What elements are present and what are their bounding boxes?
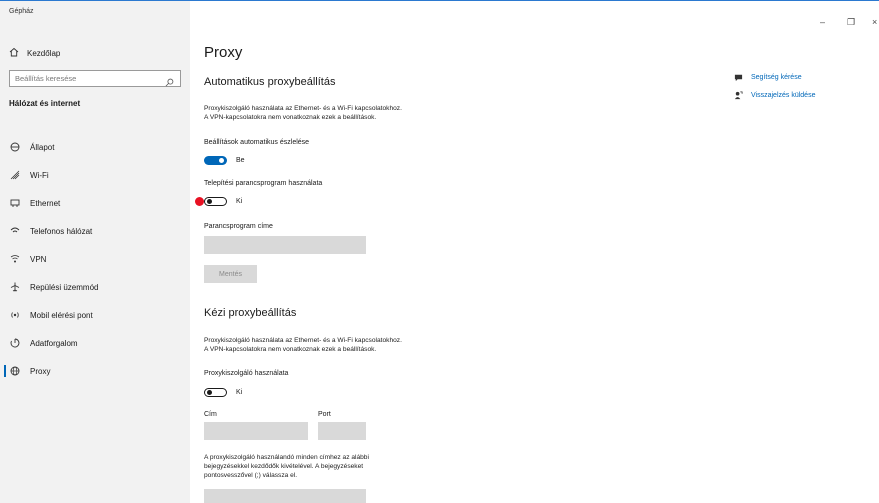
setup-script-label: Telepítési parancsprogram használata bbox=[204, 180, 323, 187]
search-placeholder: Beállítás keresése bbox=[15, 74, 77, 83]
setup-script-toggle[interactable]: Ki bbox=[204, 197, 242, 206]
home-label: Kezdőlap bbox=[27, 48, 61, 58]
sidebar-item-label: Proxy bbox=[30, 366, 51, 376]
send-feedback-label: Visszajelzés küldése bbox=[751, 92, 816, 99]
toggle-switch-off[interactable] bbox=[204, 388, 227, 397]
help-icon bbox=[734, 73, 743, 82]
exceptions-description: A proxykiszolgáló használandó minden cím… bbox=[204, 454, 369, 479]
toggle-state: Ki bbox=[236, 198, 243, 205]
wifi-icon bbox=[9, 170, 20, 181]
port-input[interactable] bbox=[318, 422, 366, 440]
data-usage-icon bbox=[9, 338, 20, 349]
ethernet-icon bbox=[9, 198, 20, 209]
address-label: Cím bbox=[204, 411, 217, 418]
dialup-icon bbox=[9, 226, 20, 237]
sidebar-item-ethernet[interactable]: Ethernet bbox=[0, 189, 190, 217]
toggle-state: Be bbox=[236, 157, 245, 164]
use-proxy-label: Proxykiszolgáló használata bbox=[204, 370, 289, 377]
restore-button[interactable]: ❐ bbox=[847, 17, 855, 28]
script-address-label: Parancsprogram címe bbox=[204, 223, 273, 230]
exceptions-input[interactable] bbox=[204, 489, 366, 503]
manual-proxy-description: Proxykiszolgáló használata az Ethernet- … bbox=[204, 337, 402, 353]
sidebar-item-status[interactable]: Állapot bbox=[0, 133, 190, 161]
sidebar-item-label: Állapot bbox=[30, 142, 55, 152]
close-button[interactable]: × bbox=[872, 17, 877, 27]
sidebar-item-label: Telefonos hálózat bbox=[30, 226, 93, 236]
sidebar-item-vpn[interactable]: VPN bbox=[0, 245, 190, 273]
sidebar-item-data-usage[interactable]: Adatforgalom bbox=[0, 329, 190, 357]
airplane-icon bbox=[9, 282, 20, 293]
sidebar-item-label: Ethernet bbox=[30, 198, 61, 208]
main-content: – ❐ × Proxy Automatikus proxybeállítás P… bbox=[190, 1, 879, 503]
sidebar-item-label: Adatforgalom bbox=[30, 338, 78, 348]
sidebar-item-dialup[interactable]: Telefonos hálózat bbox=[0, 217, 190, 245]
get-help-label: Segítség kérése bbox=[751, 74, 802, 81]
use-proxy-toggle[interactable]: Ki bbox=[204, 388, 242, 397]
toggle-state: Ki bbox=[236, 389, 243, 396]
home-icon bbox=[9, 47, 19, 59]
feedback-icon bbox=[734, 91, 743, 100]
sidebar-item-hotspot[interactable]: Mobil elérési pont bbox=[0, 301, 190, 329]
port-label: Port bbox=[318, 411, 331, 418]
save-button[interactable]: Mentés bbox=[204, 265, 257, 283]
search-icon bbox=[165, 74, 175, 86]
auto-proxy-description: Proxykiszolgáló használata az Ethernet- … bbox=[204, 105, 402, 121]
toggle-switch-off[interactable] bbox=[204, 197, 227, 206]
sidebar-item-label: Wi-Fi bbox=[30, 170, 49, 180]
sidebar-item-label: Repülési üzemmód bbox=[30, 282, 99, 292]
minimize-button[interactable]: – bbox=[820, 17, 825, 27]
sidebar: Gépház Kezdőlap Beállítás keresése Hálóz… bbox=[0, 1, 190, 503]
home-link[interactable]: Kezdőlap bbox=[9, 47, 60, 59]
window-title: Gépház bbox=[9, 8, 34, 15]
send-feedback-link[interactable]: Visszajelzés küldése bbox=[734, 91, 815, 100]
sidebar-item-airplane[interactable]: Repülési üzemmód bbox=[0, 273, 190, 301]
vpn-icon bbox=[9, 254, 20, 265]
address-input[interactable] bbox=[204, 422, 308, 440]
globe-icon bbox=[9, 366, 20, 377]
auto-proxy-heading: Automatikus proxybeállítás bbox=[204, 76, 336, 88]
sidebar-item-label: Mobil elérési pont bbox=[30, 310, 93, 320]
page-title: Proxy bbox=[204, 44, 243, 61]
sidebar-item-wifi[interactable]: Wi-Fi bbox=[0, 161, 190, 189]
manual-proxy-heading: Kézi proxybeállítás bbox=[204, 307, 297, 319]
status-icon bbox=[9, 142, 20, 153]
detect-settings-toggle[interactable]: Be bbox=[204, 156, 245, 165]
detect-settings-label: Beállítások automatikus észlelése bbox=[204, 139, 310, 146]
toggle-switch-on[interactable] bbox=[204, 156, 227, 165]
hotspot-icon bbox=[9, 310, 20, 321]
search-input[interactable]: Beállítás keresése bbox=[9, 70, 181, 87]
nav-list: Állapot Wi-Fi Ethernet Telefonos hálózat… bbox=[0, 133, 190, 385]
sidebar-item-label: VPN bbox=[30, 254, 47, 264]
sidebar-item-proxy[interactable]: Proxy bbox=[0, 357, 190, 385]
get-help-link[interactable]: Segítség kérése bbox=[734, 73, 802, 82]
click-marker bbox=[195, 197, 204, 206]
script-address-input[interactable] bbox=[204, 236, 366, 254]
section-title: Hálózat és internet bbox=[9, 99, 81, 108]
